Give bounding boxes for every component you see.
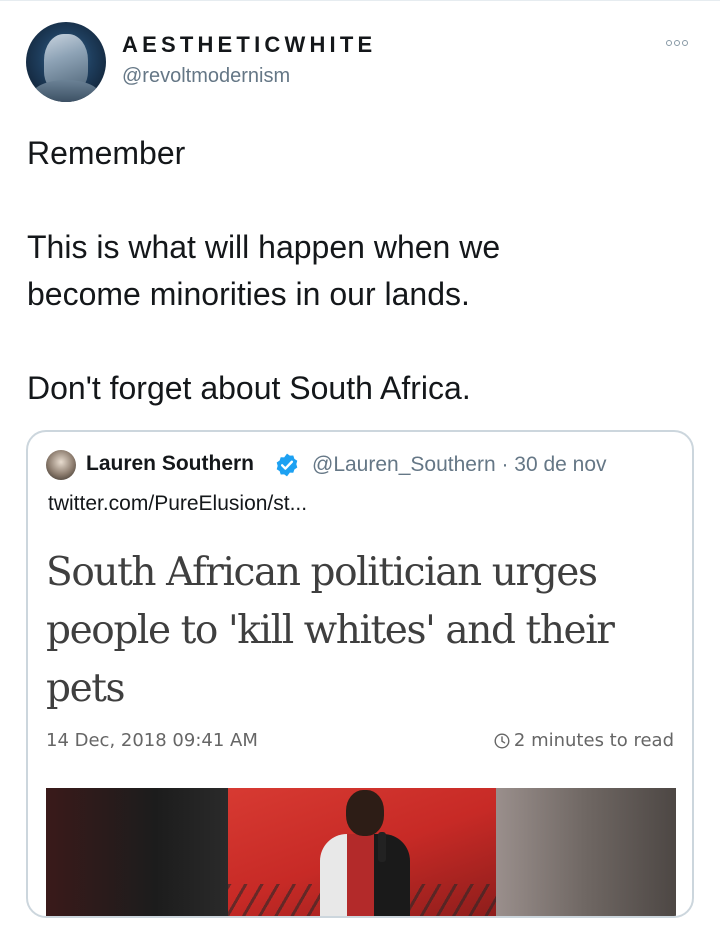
tweet-line: This is what will happen when we	[27, 229, 501, 265]
article-date: 14 Dec, 2018 09:41 AM	[46, 730, 258, 751]
tweet-line-gap	[27, 318, 687, 365]
quoted-author-name[interactable]: Lauren Southern	[86, 452, 254, 476]
quoted-tweet-meta: @Lauren_Southern · 30 de nov	[312, 453, 607, 476]
quoted-tweet-link[interactable]: twitter.com/PureElusion/st...	[48, 492, 307, 516]
read-time-label: 2 minutes to read	[513, 730, 674, 751]
author-display-name[interactable]: AESTHETICWHITE	[122, 32, 376, 58]
more-options-icon[interactable]	[666, 36, 694, 50]
avatar-portrait-shoulders	[32, 80, 100, 102]
tweet-text: Remember This is what will happen when w…	[27, 130, 687, 412]
tweet-line: Don't forget about South Africa.	[27, 370, 471, 406]
top-divider	[0, 0, 720, 6]
tweet-line-gap	[27, 177, 687, 224]
author-avatar[interactable]	[26, 22, 106, 102]
verified-badge-icon	[276, 453, 298, 477]
quoted-tweet-card[interactable]: Lauren Southern @Lauren_Southern · 30 de…	[26, 430, 694, 918]
article-headline: South African politician urges people to…	[46, 550, 615, 711]
clock-icon	[494, 732, 510, 749]
article-read-time: 2 minutes to read	[494, 730, 674, 751]
more-dot	[666, 40, 672, 46]
article-photo	[46, 788, 676, 916]
photo-speaker-scene	[228, 788, 496, 916]
quoted-author-avatar[interactable]	[46, 450, 76, 480]
photo-speaker-body	[320, 834, 410, 916]
tweet-line: become minorities in our lands.	[27, 276, 470, 312]
photo-right-blur	[496, 788, 676, 916]
more-dot	[682, 40, 688, 46]
more-dot	[674, 40, 680, 46]
photo-speaker-head	[346, 790, 384, 836]
photo-left-blur	[46, 788, 228, 916]
tweet-line: Remember	[27, 135, 186, 171]
author-handle[interactable]: @revoltmodernism	[122, 65, 290, 88]
microphone-icon	[378, 832, 386, 862]
